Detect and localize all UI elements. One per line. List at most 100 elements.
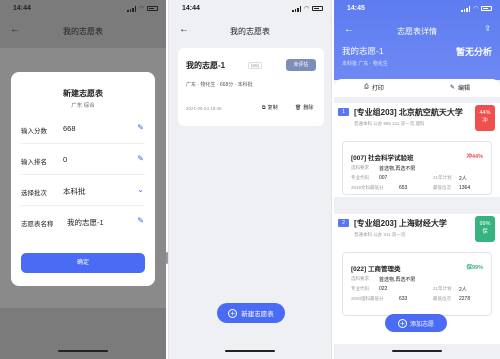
edit-button[interactable]: ✎ 编辑 xyxy=(450,83,470,92)
status-icons: ◠ xyxy=(461,5,492,12)
phone-sheet-detail: 14:45 ◠ ← 志愿表详情 ⇪ 我的志愿-1 本科批 广东 · 物化生 暂无… xyxy=(334,0,500,359)
score-field[interactable]: 输入分数 668 ✎ xyxy=(21,114,145,144)
wifi-icon: ◠ xyxy=(139,6,144,12)
risk-label: 保 xyxy=(482,229,488,235)
sheet-name-label: 志愿表名称 xyxy=(21,221,54,228)
university-name: [专业组203] 北京航空航天大学 xyxy=(354,108,463,117)
copy-icon: ⧉ xyxy=(262,104,266,111)
batch-label: 选择批次 xyxy=(21,190,47,197)
status-bar: 14:44 ◠ xyxy=(169,0,331,16)
add-choice-label: 添加志愿 xyxy=(409,321,434,328)
code-value: 022 xyxy=(379,286,388,292)
entry-number: 1 xyxy=(338,108,349,116)
action-toolbar: ⎙ 打印 ✎ 编辑 xyxy=(334,79,500,97)
score-label: 2019文科最低分 xyxy=(351,185,384,190)
major-box[interactable]: [007] 社会科学试验班 冲44% 选科要求 首选物,再选不限 专业代码 00… xyxy=(342,141,492,195)
battery-icon xyxy=(312,6,323,11)
rank-value[interactable]: 0 xyxy=(63,155,67,164)
university-entry[interactable]: 1 [专业组203] 北京航空航天大学 普通本科 公办 985 211 双一流 … xyxy=(334,103,500,197)
share-icon[interactable]: ⇪ xyxy=(484,24,491,33)
rank-field[interactable]: 输入排名 0 ✎ xyxy=(21,145,145,175)
status-bar: 14:44 ◠ xyxy=(0,0,166,16)
trash-icon: 🗑 xyxy=(295,104,302,111)
code-label: 专业代码 xyxy=(351,175,369,180)
code-label: 专业代码 xyxy=(351,286,369,291)
delete-button[interactable]: 🗑 删除 xyxy=(295,104,314,112)
university-tags: 普通本科 公办 985 211 双一流 理科 xyxy=(354,121,425,126)
edit-pencil-icon[interactable]: ✎ xyxy=(137,154,144,163)
rank-value: 2278 xyxy=(459,296,471,302)
battery-icon xyxy=(147,6,158,11)
edit-label: 编辑 xyxy=(457,86,470,92)
status-bar: 14:45 ◠ xyxy=(334,0,500,16)
major-name: [022] 工商管理类 xyxy=(351,266,401,273)
score-value: 633 xyxy=(399,296,408,302)
confirm-button[interactable]: 确定 xyxy=(21,253,145,273)
home-indicator xyxy=(58,350,108,352)
nav-bar: ← 我的志愿表 xyxy=(169,22,331,40)
chevron-down-icon[interactable]: ⌄ xyxy=(137,185,144,194)
new-sheet-button[interactable]: + 新建志愿表 xyxy=(217,303,285,323)
wifi-icon: ◠ xyxy=(473,6,478,12)
major-name: [007] 社会科学试验班 xyxy=(351,155,414,162)
major-probability: 冲44% xyxy=(466,154,483,160)
rank-label: 输入排名 xyxy=(21,159,47,166)
delete-label: 删除 xyxy=(303,105,314,111)
sheet-name-field[interactable]: 志愿表名称 我的志愿-1 ✎ xyxy=(21,207,145,237)
subject-label: 选科要求 xyxy=(351,276,369,281)
score-value[interactable]: 668 xyxy=(63,124,76,133)
sheet-date: 2021-06-24 18:46 xyxy=(186,106,222,111)
status-icons: ◠ xyxy=(127,5,158,12)
plus-icon: + xyxy=(397,318,407,328)
plus-icon: + xyxy=(228,308,238,318)
major-box[interactable]: [022] 工商管理类 保99% 选科要求 首选物,再选不限 专业代码 022 … xyxy=(342,252,492,316)
sheet-name-value[interactable]: 我的志愿-1 xyxy=(67,217,104,228)
phone-new-sheet: 14:44 ◠ ← 我的志愿表 新建志愿表 广东 综合 输入分数 668 ✎ 输… xyxy=(0,0,166,359)
status-badge: 未评估 xyxy=(286,59,316,71)
rank-label: 最低位次 xyxy=(433,296,451,301)
subject-label: 选科要求 xyxy=(351,165,369,170)
probability-badge: 44% 冲 xyxy=(475,105,495,131)
print-button[interactable]: ⎙ 打印 xyxy=(364,83,384,92)
sheet-card[interactable]: 我的志愿-1 (69) 未评估 广东 · 物化生 · 668分 · 本科批 20… xyxy=(178,48,324,126)
new-sheet-modal: 新建志愿表 广东 综合 输入分数 668 ✎ 输入排名 0 ✎ 选择批次 本科批… xyxy=(11,72,155,286)
university-tags: 普通本科 公办 211 双一流 xyxy=(354,232,406,237)
home-indicator xyxy=(225,350,275,352)
status-icons: ◠ xyxy=(292,5,323,12)
signal-icon xyxy=(292,5,302,12)
phone-sheet-list: 14:44 ◠ ← 我的志愿表 我的志愿-1 (69) 未评估 广东 · 物化生… xyxy=(168,0,332,359)
analysis-status: 暂无分析 xyxy=(455,47,492,57)
probability-badge: 99% 保 xyxy=(475,216,495,242)
status-time: 14:44 xyxy=(182,5,200,12)
edit-pencil-icon[interactable]: ✎ xyxy=(137,216,144,225)
plan-value: 2人 xyxy=(459,176,467,182)
sheet-name: 我的志愿-1 xyxy=(342,46,384,56)
signal-icon xyxy=(127,5,137,12)
batch-select[interactable]: 选择批次 本科批 ⌄ xyxy=(21,176,145,206)
add-choice-button[interactable]: + 添加志愿 xyxy=(385,314,447,332)
subject-value: 首选物,再选不限 xyxy=(379,277,416,283)
sheet-code: (69) xyxy=(248,62,263,69)
sheet-info: 广东 · 物化生 · 668分 · 本科批 xyxy=(186,82,253,88)
code-value: 007 xyxy=(379,175,388,181)
page-title: 志愿表详情 xyxy=(397,27,437,36)
batch-value[interactable]: 本科批 xyxy=(63,186,86,197)
modal-title: 新建志愿表 xyxy=(63,89,103,98)
battery-icon xyxy=(481,6,492,11)
rank-label: 最低位次 xyxy=(433,185,451,190)
university-name: [专业组203] 上海财经大学 xyxy=(354,219,447,228)
modal-subtitle: 广东 综合 xyxy=(71,103,95,109)
probability-value: 99% xyxy=(479,221,491,227)
score-value: 653 xyxy=(399,185,408,191)
major-probability: 保99% xyxy=(466,265,483,271)
sheet-name: 我的志愿-1 xyxy=(186,61,226,70)
edit-pencil-icon[interactable]: ✎ xyxy=(137,123,144,132)
home-indicator xyxy=(392,350,442,352)
printer-icon: ⎙ xyxy=(364,84,369,90)
signal-icon xyxy=(461,5,471,12)
page-title: 我的志愿表 xyxy=(230,27,270,36)
entry-number: 2 xyxy=(338,219,349,227)
wifi-icon: ◠ xyxy=(304,6,309,12)
score-label: 2020理科最低分 xyxy=(351,296,384,301)
copy-button[interactable]: ⧉ 复制 xyxy=(262,104,278,112)
